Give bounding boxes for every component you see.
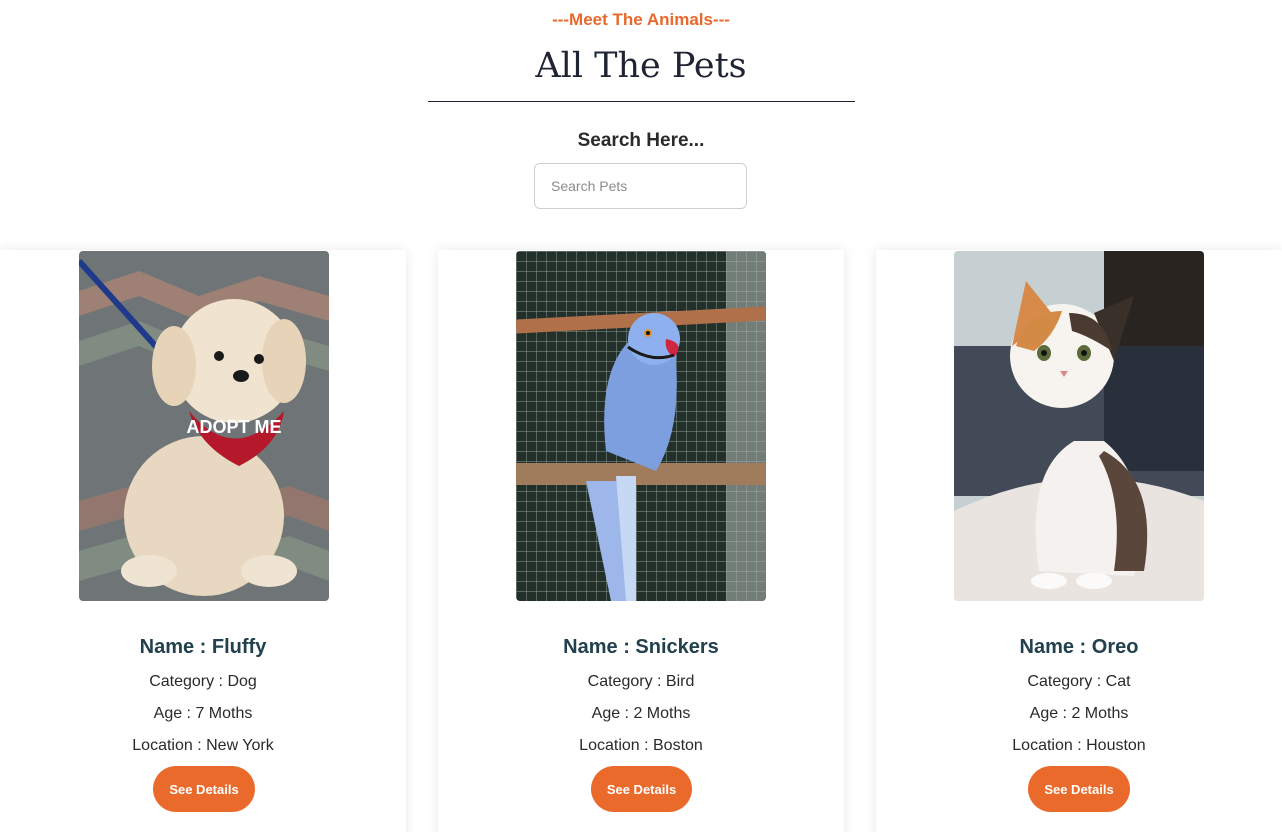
pet-photo-bird <box>516 251 766 601</box>
see-details-button[interactable]: See Details <box>153 766 255 812</box>
pet-category: Category : Bird <box>587 673 695 690</box>
pet-category: Category : Dog <box>149 673 257 690</box>
pet-name: Name : Snickers <box>563 636 719 658</box>
pet-location: Location : New York <box>132 737 274 754</box>
pet-card-oreo: Name : Oreo Category : Cat Age : 2 Moths… <box>876 250 1282 832</box>
page-title: All The Pets <box>535 46 747 86</box>
adopt-me-badge: ADOPT ME <box>186 417 281 437</box>
pet-name: Name : Oreo <box>1019 636 1139 658</box>
pet-photo-dog: ADOPT ME <box>79 251 329 601</box>
see-details-button[interactable]: See Details <box>591 766 692 812</box>
title-divider <box>428 101 855 102</box>
search-input[interactable] <box>534 163 747 209</box>
page: ---Meet The Animals--- All The Pets Sear… <box>0 0 1282 832</box>
pet-age: Age : 7 Moths <box>153 705 253 722</box>
see-details-button[interactable]: See Details <box>1028 766 1130 812</box>
pet-card-snickers: Name : Snickers Category : Bird Age : 2 … <box>438 250 844 832</box>
pet-location: Location : Houston <box>1012 737 1146 754</box>
pet-photo-cat <box>954 251 1204 601</box>
pet-card-fluffy: ADOPT ME Name : Fluffy Category : Dog Ag… <box>0 250 406 832</box>
pet-name: Name : Fluffy <box>139 636 267 658</box>
pet-age: Age : 2 Moths <box>1029 705 1129 722</box>
pet-age: Age : 2 Moths <box>591 705 691 722</box>
section-eyebrow: ---Meet The Animals--- <box>552 10 730 29</box>
pet-category: Category : Cat <box>1027 673 1131 690</box>
search-label: Search Here... <box>577 130 705 151</box>
pet-location: Location : Boston <box>579 737 703 754</box>
